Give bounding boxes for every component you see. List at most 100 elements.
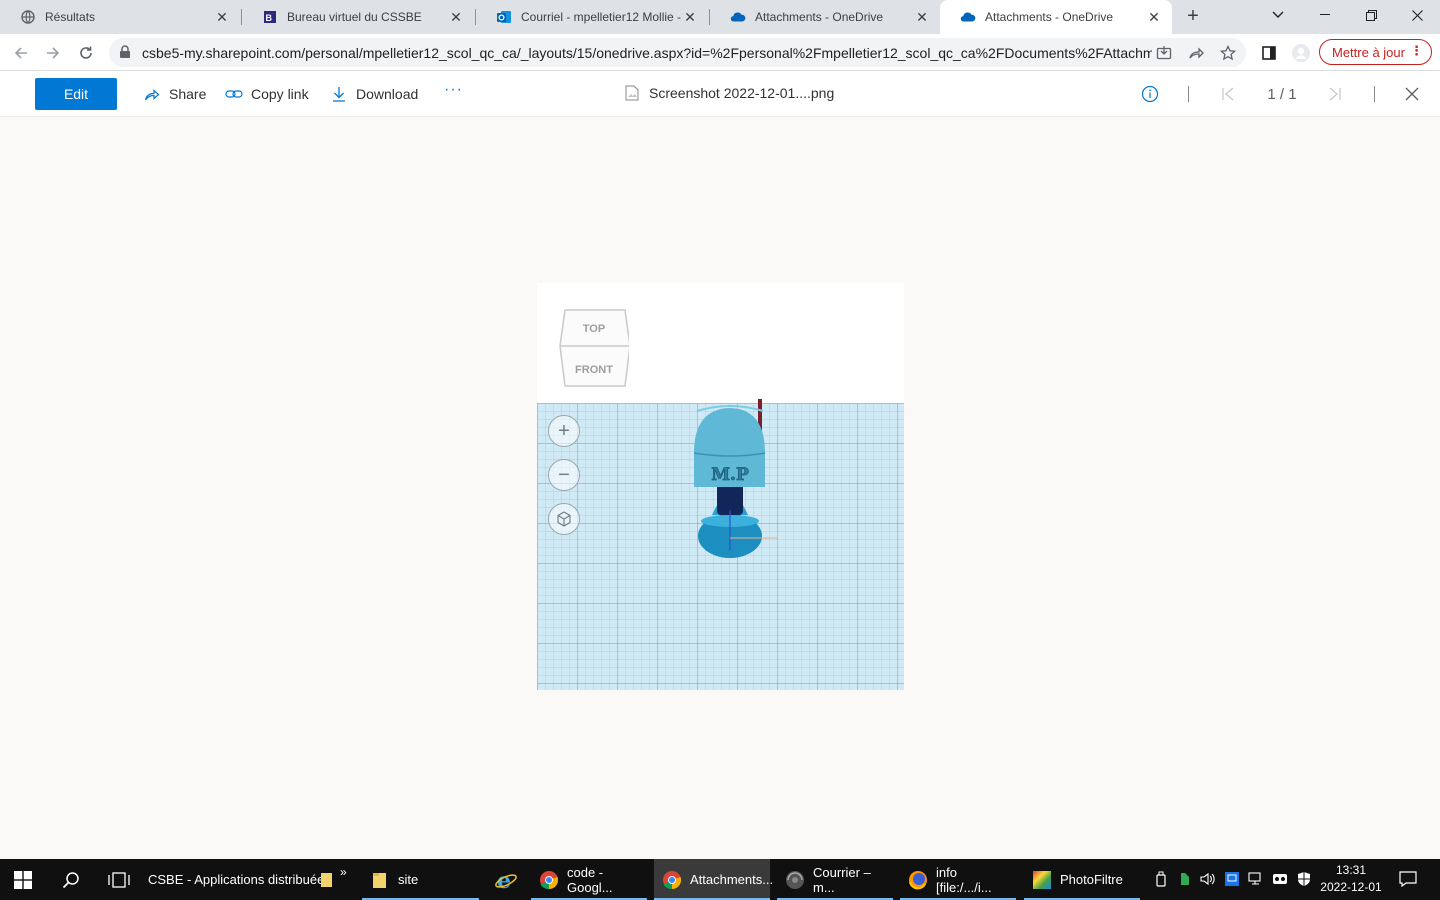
close-icon[interactable]: ✕ [448,9,464,25]
system-clock[interactable]: 13:31 2022-12-01 [1315,862,1387,896]
close-viewer-icon[interactable] [1403,83,1421,105]
taskbar-app-chrome-code[interactable]: code - Googl... [531,859,647,900]
taskbar-overflow-chevron[interactable]: » [340,851,347,892]
restore-button[interactable] [1348,0,1394,30]
taskbar-app-courrier[interactable]: Courrier – m... [777,859,893,900]
taskbar-toolbar-applications[interactable]: CSBE - Applications distribuées [148,859,331,900]
taskbar-app-internet-explorer[interactable]: e [494,859,526,900]
side-panel-icon[interactable] [1256,40,1282,66]
update-label: Mettre à jour [1332,44,1405,60]
tab-search-icon[interactable] [1255,0,1301,30]
taskbar-app-chrome-attachments[interactable]: Attachments... [654,859,774,900]
tab-title: Bureau virtuel du CSSBE [287,10,422,24]
reload-button[interactable] [73,40,99,66]
taskbar-label: Attachments... [690,872,774,887]
task-view-icon [108,871,130,888]
viewer-command-bar: Edit Share Copy link Download ··· Screen… [0,71,1440,117]
tab-attachments-1[interactable]: Attachments - OneDrive ✕ [710,0,940,34]
share-button[interactable]: Share [143,83,206,105]
tab-title: Attachments - OneDrive [755,10,884,24]
zoom-out-button[interactable]: − [548,459,580,491]
windows-taskbar: CSBE - Applications distribuées » site e… [0,859,1440,900]
divider [1374,86,1375,102]
tab-bureau-virtuel[interactable]: B Bureau virtuel du CSSBE ✕ [242,0,474,34]
viewcube-front-label: FRONT [575,364,613,376]
model-engraved-text: M.P [711,465,749,485]
taskbar-app-site[interactable]: site [362,859,479,900]
page-counter: 1 / 1 [1267,85,1297,103]
taskbar-label: code - Googl... [567,864,613,895]
edit-button[interactable]: Edit [35,78,117,110]
last-page-icon[interactable] [1326,83,1344,105]
profile-avatar-icon[interactable] [1288,40,1314,66]
image-preview[interactable]: TOP FRONT + − M.P [537,283,904,690]
back-button[interactable] [8,40,34,66]
copy-link-button[interactable]: Copy link [225,83,309,105]
clock-time: 13:31 [1335,863,1367,877]
chrome-icon [662,870,682,890]
new-tab-button[interactable]: + [1183,6,1203,27]
green-app-icon[interactable] [1177,871,1193,887]
network-icon[interactable] [1248,871,1264,887]
internet-explorer-icon: e [494,868,518,892]
firefox-icon [908,870,928,890]
lock-icon[interactable] [119,45,131,62]
search-button[interactable] [62,859,80,900]
fit-view-button[interactable] [548,503,580,535]
clock-date: 2022-12-01 [1320,880,1382,894]
tab-title: Attachments - OneDrive [985,10,1114,24]
tab-courriel[interactable]: Courriel - mpelletier12 Mollie - ✕ [476,0,708,34]
taskbar-label: info [file:/.../i... [936,864,992,895]
zoom-in-button[interactable]: + [548,415,580,447]
download-button[interactable]: Download [330,83,418,105]
file-name: Screenshot 2022-12-01....png [649,85,835,101]
close-icon[interactable]: ✕ [1146,9,1162,25]
tab-title: Résultats [45,10,96,24]
bookmark-star-icon[interactable] [1219,44,1237,62]
address-bar[interactable]: csbe5-my.sharepoint.com/personal/mpellet… [109,38,1246,67]
start-button[interactable] [14,859,32,900]
network-app-icon[interactable] [1224,871,1240,887]
file-name-display: Screenshot 2022-12-01....png [625,85,834,101]
link-icon [225,85,243,103]
tab-attachments-active[interactable]: Attachments - OneDrive ✕ [940,0,1172,34]
info-icon[interactable] [1140,83,1160,105]
close-window-button[interactable] [1394,0,1440,30]
photofiltre-icon [1032,870,1052,890]
mailbox-3d-model: M.P [693,399,777,558]
first-page-icon[interactable] [1219,83,1237,105]
image-file-icon [625,85,639,101]
task-view-button[interactable] [108,859,130,900]
share-icon [143,85,161,103]
url-text[interactable]: csbe5-my.sharepoint.com/personal/mpellet… [142,45,1152,61]
taskbar-app-info[interactable]: info [file:/.../i... [900,859,1016,900]
taskbar-toolbar-folder[interactable] [321,859,333,900]
taskbar-label: Courrier – m... [813,864,871,895]
install-app-icon[interactable] [1155,44,1173,62]
cube-icon [557,511,571,527]
more-options-button[interactable]: ··· [444,81,463,99]
folder-icon [321,872,332,887]
globe-icon [20,9,36,25]
divider [1188,86,1189,102]
forward-button[interactable] [40,40,66,66]
update-browser-button[interactable]: Mettre à jour ⋮ [1319,39,1432,65]
volume-icon[interactable] [1200,871,1216,887]
share-page-icon[interactable] [1187,44,1205,62]
cssbe-icon: B [262,9,278,25]
close-icon[interactable]: ✕ [682,9,698,25]
notification-center-icon[interactable] [1399,870,1417,888]
viewcube-top-label: TOP [583,323,605,335]
taskbar-app-photofiltre[interactable]: PhotoFiltre [1024,859,1140,900]
mail-client-icon [785,870,805,890]
security-shield-icon[interactable] [1296,871,1312,887]
browser-tab-strip: Résultats ✕ B Bureau virtuel du CSSBE ✕ … [0,0,1440,34]
close-icon[interactable]: ✕ [214,9,230,25]
close-icon[interactable]: ✕ [914,9,930,25]
tray-app-icon[interactable] [1272,871,1288,887]
minimize-button[interactable] [1302,0,1348,30]
search-icon [62,871,79,888]
view-cube[interactable]: TOP FRONT [559,307,631,389]
tab-resultats[interactable]: Résultats ✕ [0,0,240,34]
usb-device-icon[interactable] [1153,871,1169,887]
